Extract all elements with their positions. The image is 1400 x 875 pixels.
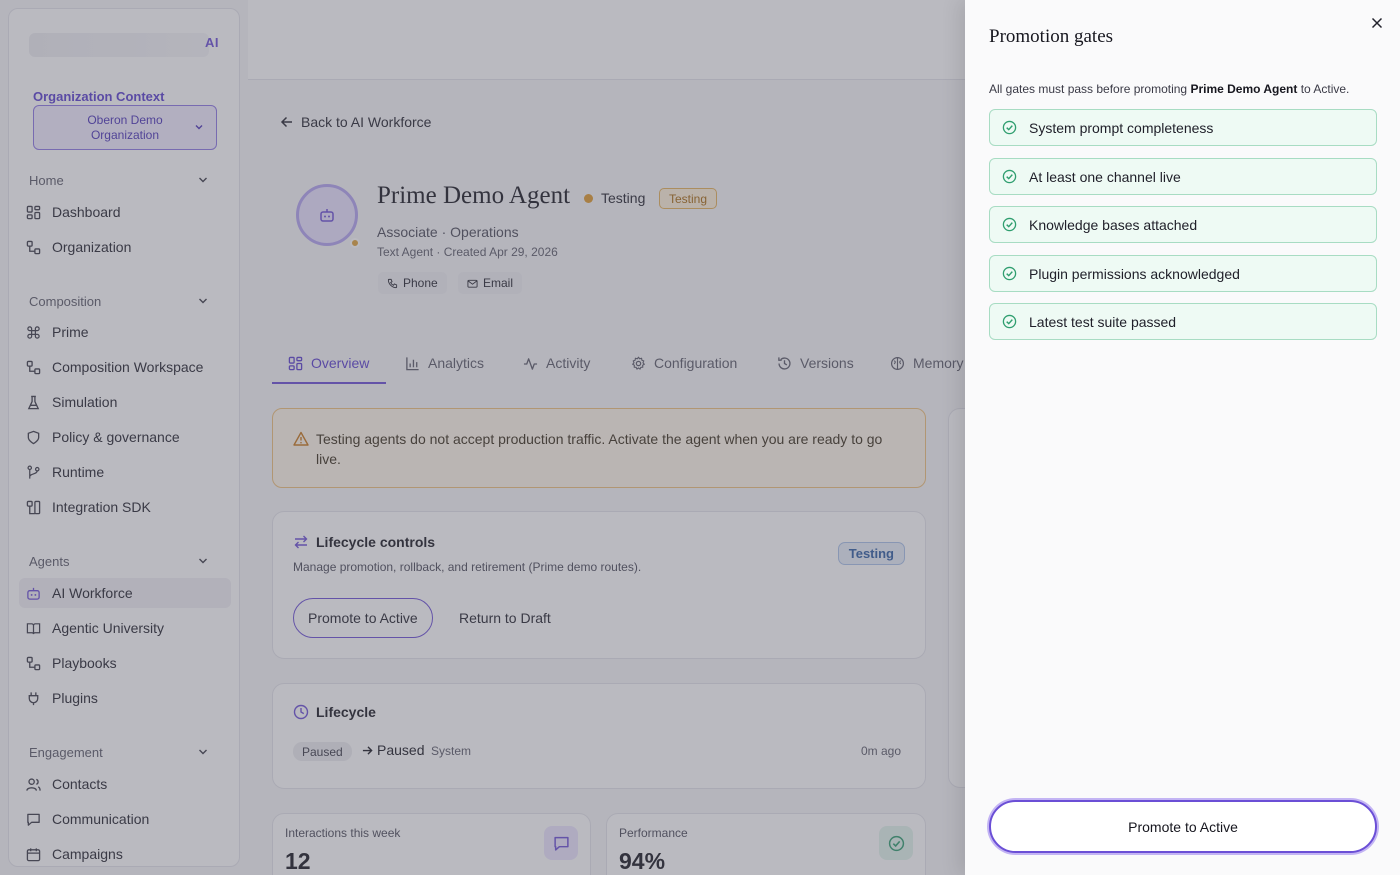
- check-circle-icon: [1002, 120, 1017, 135]
- drawer-title: Promotion gates: [989, 26, 1114, 47]
- check-circle-icon: [1002, 266, 1017, 281]
- drawer-promote-to-active-button[interactable]: Promote to Active: [989, 800, 1377, 853]
- gate-label: Knowledge bases attached: [1029, 216, 1198, 233]
- app-window: AI Organization Context Oberon Demo Orga…: [0, 0, 1400, 875]
- desc-agent-name: Prime Demo Agent: [1190, 82, 1298, 96]
- check-circle-icon: [1002, 217, 1017, 232]
- gate-label: Latest test suite passed: [1029, 313, 1177, 330]
- gate-label: System prompt completeness: [1029, 119, 1214, 136]
- desc-suffix: to Active.: [1297, 82, 1350, 96]
- close-icon[interactable]: [1370, 16, 1384, 30]
- gate-label: Plugin permissions acknowledged: [1029, 265, 1240, 282]
- promotion-gates-drawer: Promotion gates All gates must pass befo…: [965, 0, 1400, 875]
- check-circle-icon: [1002, 169, 1017, 184]
- gate-label: At least one channel live: [1029, 168, 1181, 185]
- gate-item: Latest test suite passed: [989, 303, 1377, 340]
- gate-item: At least one channel live: [989, 158, 1377, 195]
- gate-item: Plugin permissions acknowledged: [989, 255, 1377, 292]
- gate-item: System prompt completeness: [989, 109, 1377, 146]
- desc-prefix: All gates must pass before promoting: [989, 82, 1191, 96]
- gate-item: Knowledge bases attached: [989, 206, 1377, 243]
- drawer-description: All gates must pass before promoting Pri…: [989, 82, 1349, 96]
- check-circle-icon: [1002, 314, 1017, 329]
